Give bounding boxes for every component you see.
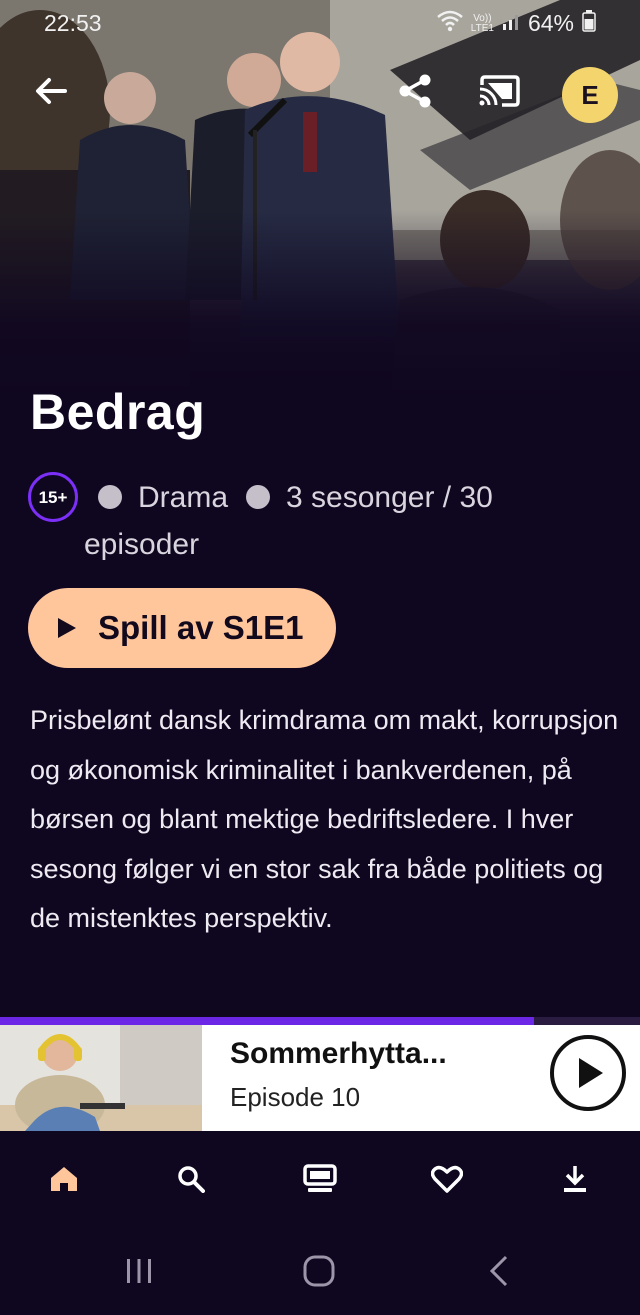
nav-home[interactable] — [39, 1161, 89, 1201]
arrow-left-icon — [35, 77, 67, 110]
battery-percent: 64% — [527, 10, 574, 36]
seasons-episodes-label: 3 sesonger / 30 — [286, 480, 493, 514]
home-icon — [50, 1166, 78, 1197]
play-icon — [58, 618, 76, 638]
share-icon — [397, 74, 433, 113]
top-action-bar: E — [0, 62, 640, 126]
signal-icon — [502, 12, 520, 35]
age-rating-badge: 15+ — [28, 472, 78, 522]
back-button[interactable] — [28, 70, 74, 116]
network-lte: LTE1 — [470, 22, 494, 34]
nav-tv[interactable] — [295, 1161, 345, 1201]
play-episode-button[interactable]: Spill av S1E1 — [28, 588, 336, 668]
network-label: Vo)) LTE1 — [470, 13, 494, 34]
bottom-navigation — [0, 1131, 640, 1231]
wifi-icon — [436, 10, 463, 37]
recent-apps-button[interactable] — [114, 1253, 164, 1293]
mini-player-progress — [0, 1017, 640, 1025]
mini-player-progress-fill — [0, 1017, 535, 1025]
status-bar: 22:53 Vo)) LTE1 64% — [0, 0, 640, 46]
download-icon — [562, 1164, 588, 1199]
profile-avatar[interactable]: E — [562, 67, 618, 123]
back-chevron-icon — [488, 1255, 510, 1292]
hero-image — [0, 0, 640, 400]
home-circle-icon — [302, 1254, 336, 1293]
nav-downloads[interactable] — [550, 1161, 600, 1201]
recent-apps-icon — [124, 1257, 154, 1290]
genre-label: Drama — [138, 480, 229, 514]
battery-icon — [582, 10, 596, 37]
share-button[interactable] — [392, 70, 438, 116]
system-navigation-bar — [0, 1231, 640, 1315]
show-description: Prisbelønt dansk krimdrama om makt, korr… — [30, 705, 619, 933]
system-home-button[interactable] — [294, 1253, 344, 1293]
mini-player-subtitle: Episode 10 — [230, 1082, 361, 1112]
nav-search[interactable] — [166, 1161, 216, 1201]
show-title: Bedrag — [30, 384, 206, 440]
seasons-episodes-label-cont: episoder — [84, 528, 200, 561]
mini-player-title: Sommerhytta... — [230, 1037, 447, 1070]
nav-favorites[interactable] — [422, 1161, 472, 1201]
play-button-label: Spill av S1E1 — [98, 609, 304, 646]
hero-gradient-overlay — [0, 210, 640, 400]
heart-icon — [430, 1165, 464, 1198]
tv-icon — [303, 1163, 337, 1199]
mini-player-thumbnail — [0, 1025, 202, 1131]
system-back-button[interactable] — [474, 1253, 524, 1293]
separator-dot — [98, 485, 122, 509]
cast-icon — [478, 74, 520, 112]
cast-button[interactable] — [474, 70, 524, 116]
separator-dot — [246, 485, 271, 509]
status-time: 22:53 — [44, 10, 102, 36]
search-icon — [177, 1165, 205, 1198]
status-indicators: Vo)) LTE1 64% — [436, 10, 596, 37]
show-meta: 15+ Drama 3 sesonger / 30 episoder — [28, 472, 618, 567]
mini-player[interactable]: Sommerhytta... Episode 10 — [0, 1025, 640, 1131]
mini-player-play-button[interactable] — [550, 1035, 626, 1111]
play-icon — [579, 1058, 603, 1088]
show-detail-screen: 22:53 Vo)) LTE1 64% E Bedrag 15+ Drama 3… — [0, 0, 640, 1315]
